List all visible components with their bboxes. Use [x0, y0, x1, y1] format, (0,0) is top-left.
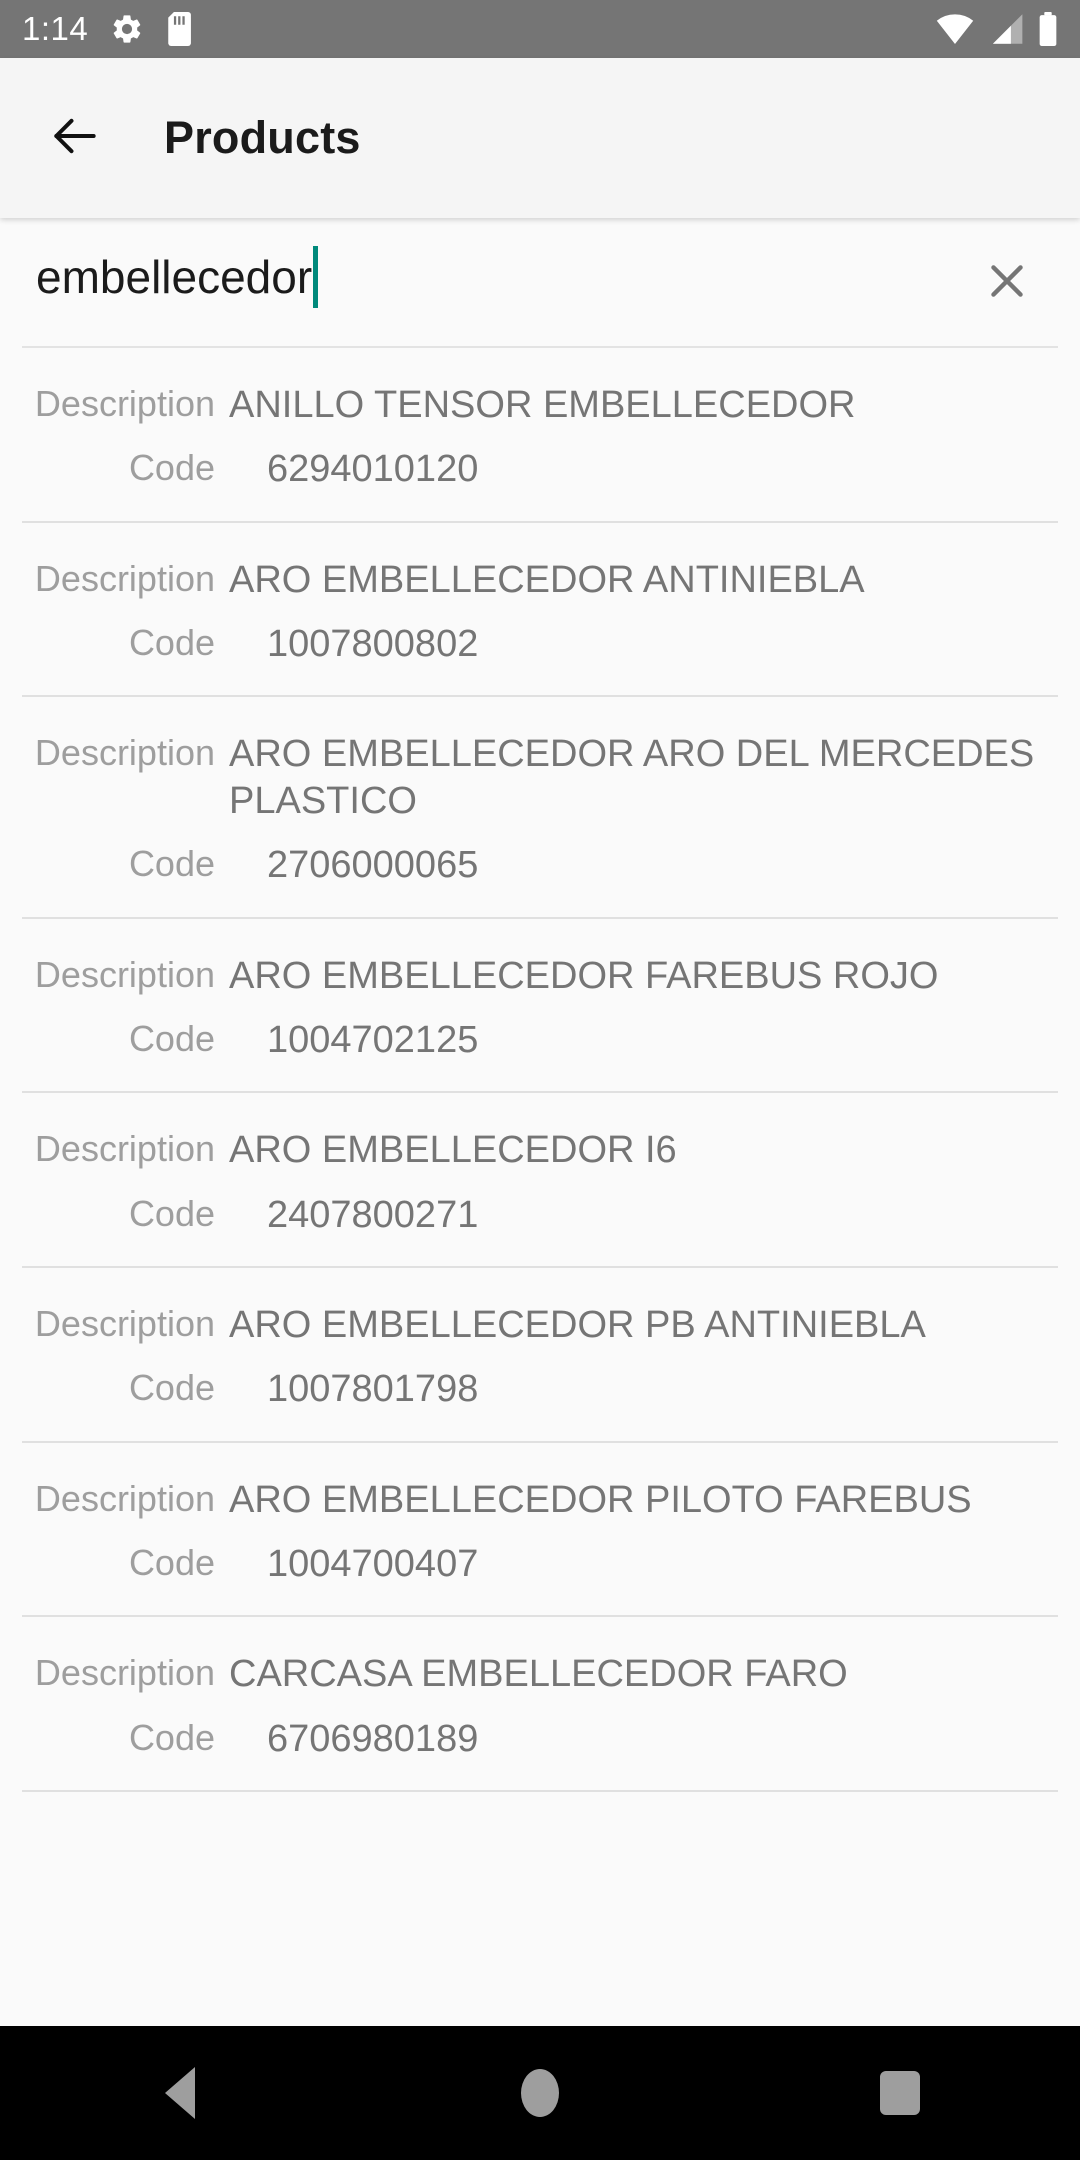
description-value: ARO EMBELLECEDOR FAREBUS ROJO — [229, 954, 939, 997]
code-row: Code 1004702125 — [0, 1017, 1080, 1063]
code-label: Code — [128, 622, 215, 664]
gear-icon — [110, 12, 144, 46]
description-row: Description ANILLO TENSOR EMBELLECEDOR — [0, 382, 1080, 428]
description-row: Description ARO EMBELLECEDOR PILOTO FARE… — [0, 1477, 1080, 1523]
code-value: 6706980189 — [267, 1717, 479, 1760]
code-label: Code — [128, 843, 215, 885]
android-nav-bar — [0, 2026, 1080, 2160]
code-value: 1007800802 — [267, 623, 479, 666]
description-label: Description — [34, 1128, 215, 1170]
table-row[interactable]: Description CARCASA EMBELLECEDOR FARO Co… — [0, 1617, 1080, 1793]
code-label: Code — [128, 1716, 215, 1758]
code-value: 2407800271 — [267, 1193, 479, 1236]
search-field[interactable]: embellecedor — [0, 218, 1080, 348]
status-bar-right — [936, 12, 1058, 46]
nav-home-button[interactable] — [465, 2026, 615, 2160]
code-label: Code — [128, 447, 215, 489]
back-button[interactable] — [32, 95, 118, 181]
description-value: CARCASA EMBELLECEDOR FARO — [229, 1653, 848, 1696]
status-clock: 1:14 — [22, 9, 89, 47]
table-row[interactable]: Description ARO EMBELLECEDOR I6 Code 240… — [0, 1093, 1080, 1268]
code-value: 1004700407 — [267, 1543, 479, 1586]
text-caret — [313, 246, 319, 308]
description-label: Description — [34, 557, 215, 599]
nav-back-button[interactable] — [105, 2026, 255, 2160]
cell-signal-icon — [988, 12, 1024, 46]
description-label: Description — [34, 1477, 215, 1519]
app-screen: 1:14 Products embellecedor Description A… — [0, 0, 1080, 2160]
row-divider — [22, 1790, 1058, 1793]
description-label: Description — [34, 1302, 215, 1344]
wifi-icon — [936, 12, 974, 46]
code-row: Code 6706980189 — [0, 1716, 1080, 1762]
back-triangle-icon — [165, 2067, 195, 2119]
description-row: Description ARO EMBELLECEDOR ANTINIEBLA — [0, 557, 1080, 603]
code-value: 2706000065 — [267, 844, 479, 887]
table-row[interactable]: Description ANILLO TENSOR EMBELLECEDOR C… — [0, 348, 1080, 523]
nav-recents-button[interactable] — [825, 2026, 975, 2160]
code-row: Code 6294010120 — [0, 446, 1080, 492]
arrow-left-icon — [47, 108, 103, 169]
battery-icon — [1038, 12, 1058, 46]
search-input-row[interactable]: embellecedor — [36, 246, 319, 316]
table-row[interactable]: Description ARO EMBELLECEDOR PILOTO FARE… — [0, 1443, 1080, 1618]
description-row: Description ARO EMBELLECEDOR PB ANTINIEB… — [0, 1302, 1080, 1348]
description-value: ARO EMBELLECEDOR I6 — [229, 1129, 677, 1172]
status-bar: 1:14 — [0, 0, 1080, 58]
description-value: ARO EMBELLECEDOR ANTINIEBLA — [229, 558, 865, 601]
description-row: Description CARCASA EMBELLECEDOR FARO — [0, 1651, 1080, 1697]
code-value: 1007801798 — [267, 1368, 479, 1411]
clear-search-button[interactable] — [970, 246, 1044, 320]
code-value: 6294010120 — [267, 448, 479, 491]
app-bar: Products — [0, 58, 1080, 218]
search-input[interactable]: embellecedor — [36, 251, 312, 303]
table-row[interactable]: Description ARO EMBELLECEDOR ARO DEL MER… — [0, 697, 1080, 919]
recents-square-icon — [880, 2071, 920, 2115]
code-row: Code 1004700407 — [0, 1541, 1080, 1587]
description-row: Description ARO EMBELLECEDOR ARO DEL MER… — [0, 731, 1080, 824]
description-value: ARO EMBELLECEDOR ARO DEL MERCEDES PLASTI… — [229, 733, 1035, 822]
description-value: ANILLO TENSOR EMBELLECEDOR — [229, 384, 856, 426]
description-row: Description ARO EMBELLECEDOR I6 — [0, 1127, 1080, 1173]
code-label: Code — [128, 1192, 215, 1234]
code-label: Code — [128, 1367, 215, 1409]
code-row: Code 2706000065 — [0, 842, 1080, 888]
code-row: Code 1007800802 — [0, 621, 1080, 667]
sd-card-icon — [166, 12, 196, 46]
product-results-list: Description ANILLO TENSOR EMBELLECEDOR C… — [0, 348, 1080, 1793]
table-row[interactable]: Description ARO EMBELLECEDOR FAREBUS ROJ… — [0, 919, 1080, 1094]
code-label: Code — [128, 1542, 215, 1584]
description-row: Description ARO EMBELLECEDOR FAREBUS ROJ… — [0, 953, 1080, 999]
description-label: Description — [34, 732, 215, 774]
page-title: Products — [164, 112, 361, 163]
description-label: Description — [34, 383, 215, 424]
description-value: ARO EMBELLECEDOR PILOTO FAREBUS — [229, 1478, 972, 1521]
close-icon — [982, 256, 1032, 311]
table-row[interactable]: Description ARO EMBELLECEDOR ANTINIEBLA … — [0, 523, 1080, 698]
code-row: Code 2407800271 — [0, 1192, 1080, 1238]
description-value: ARO EMBELLECEDOR PB ANTINIEBLA — [229, 1303, 926, 1346]
code-label: Code — [128, 1017, 215, 1059]
code-row: Code 1007801798 — [0, 1366, 1080, 1412]
home-circle-icon — [521, 2069, 559, 2117]
code-value: 1004702125 — [267, 1018, 479, 1061]
table-row[interactable]: Description ARO EMBELLECEDOR PB ANTINIEB… — [0, 1268, 1080, 1443]
status-bar-left: 1:14 — [22, 12, 196, 47]
description-label: Description — [34, 1652, 215, 1694]
description-label: Description — [34, 953, 215, 995]
